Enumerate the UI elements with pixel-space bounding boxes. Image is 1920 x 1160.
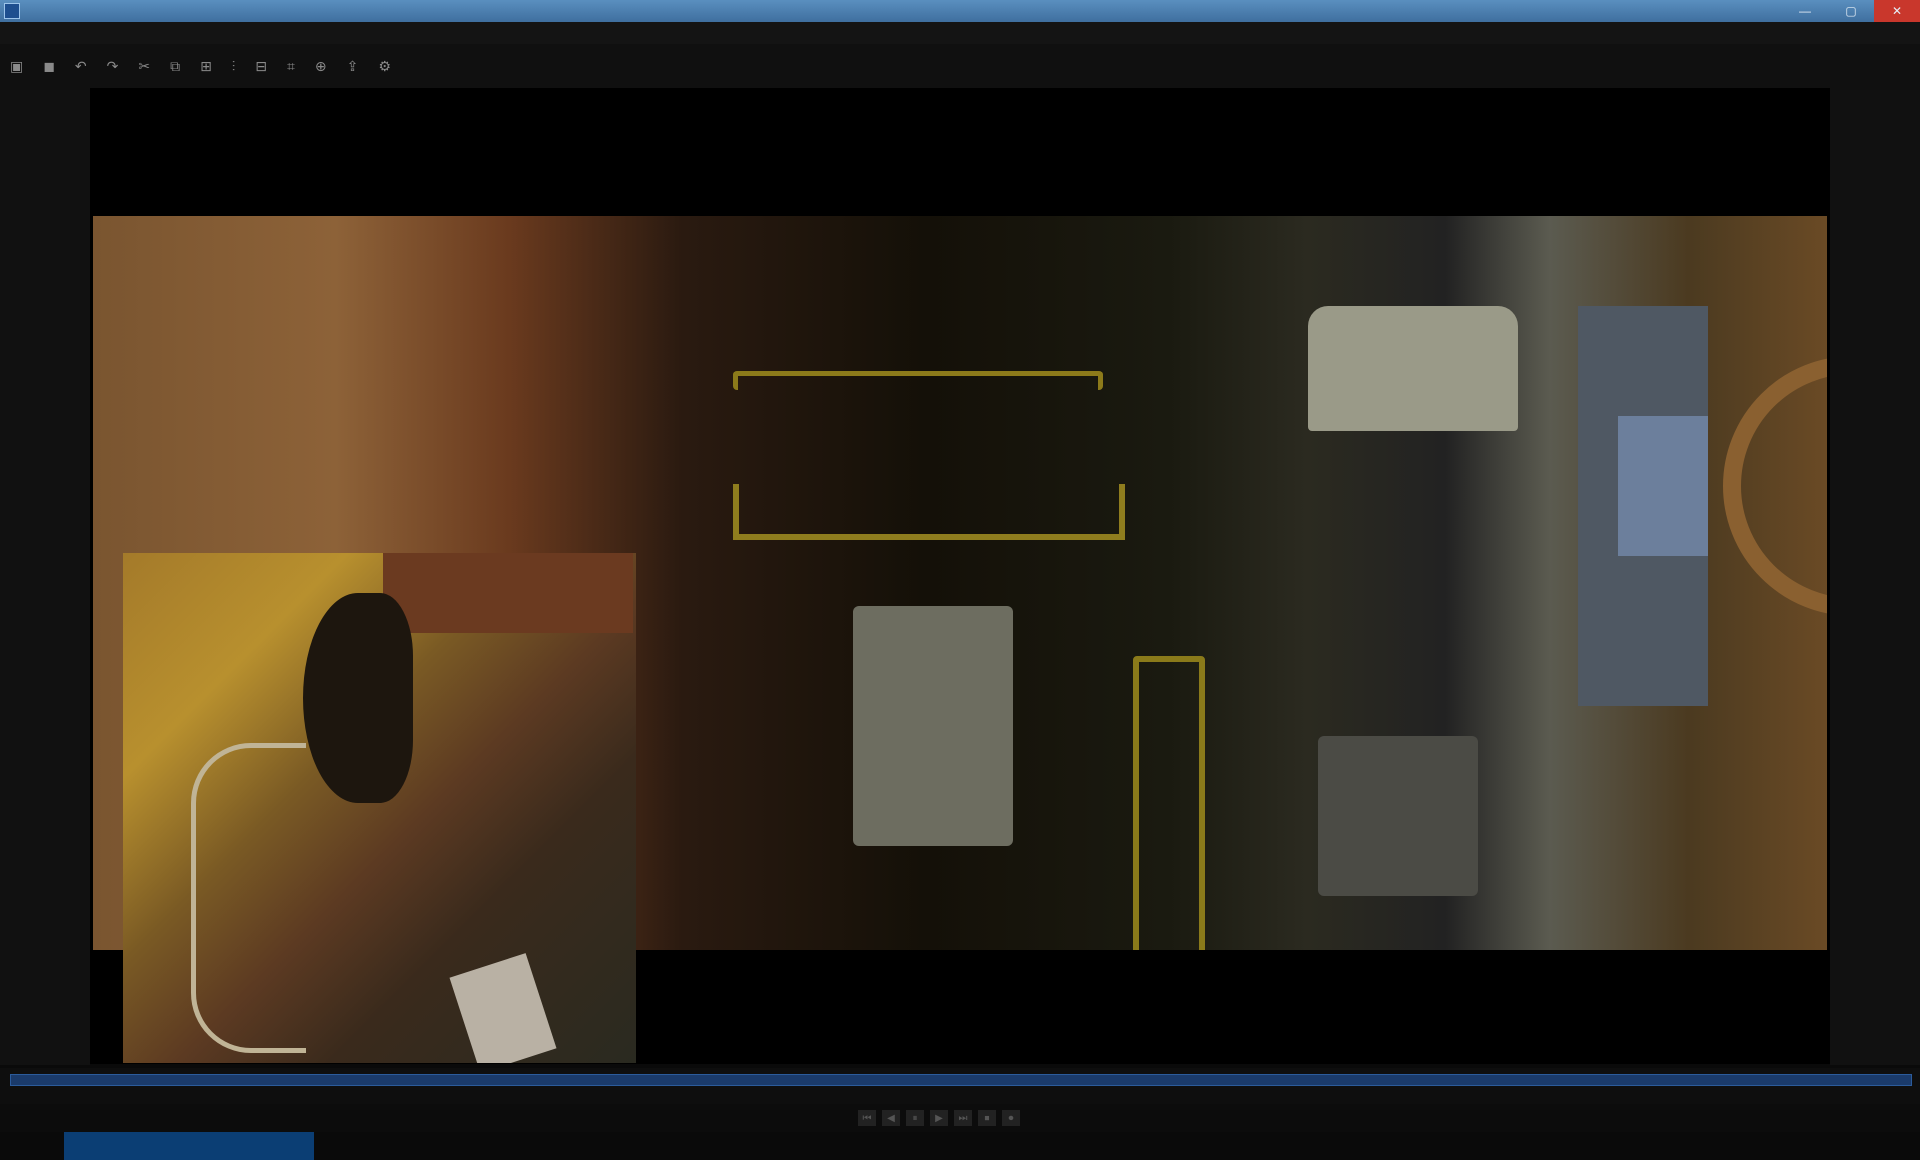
minimize-button[interactable]: — [1782,0,1828,22]
frame-detail [383,553,633,633]
skip-end-button[interactable]: ⏭ [954,1110,972,1126]
folder-icon: ▣ [10,58,24,74]
timeline-track[interactable] [10,1074,1912,1086]
timeline-ruler [10,1086,1910,1100]
frame-detail [1318,736,1478,896]
tool-trim-button[interactable]: ⊟ [245,44,277,88]
maximize-button[interactable]: ▢ [1828,0,1874,22]
tool-undo-button[interactable]: ↶ [65,44,97,88]
frame-detail [303,593,413,803]
redo-icon: ↷ [106,58,119,74]
tool-zoom-button[interactable]: ⊕ [305,44,337,88]
tool-cut-button[interactable]: ✂ [128,44,160,88]
frame-detail [1723,356,1827,616]
status-tab-1[interactable] [0,1142,20,1150]
record-button[interactable]: ⏺ [1002,1110,1020,1126]
undo-icon: ↶ [74,58,87,74]
crop-icon: ⌗ [287,58,295,74]
status-bar [0,1132,1920,1160]
frame-detail [449,953,557,1063]
transport-bar: ⏮ ◀ ⏸ ▶ ⏭ ⏹ ⏺ [0,1104,1920,1132]
save-icon: ◼ [43,58,55,74]
settings-icon: ⚙ [378,58,391,74]
status-tab-2[interactable] [20,1142,40,1150]
timeline[interactable] [0,1068,1920,1104]
frame-detail [1133,656,1205,950]
tool-open-button[interactable]: ▣ [0,44,33,88]
pause-button[interactable]: ⏸ [906,1110,924,1126]
frame-detail [1308,306,1518,431]
tool-paste-button[interactable]: ⊞ [190,44,222,88]
tool-crop-button[interactable]: ⌗ [277,44,305,88]
tool-redo-button[interactable]: ↷ [97,44,129,88]
paste-icon: ⊞ [200,58,212,74]
copy-icon: ⧉ [170,58,181,74]
tool-split-button[interactable]: ⫶ [222,44,246,88]
tool-settings-button[interactable]: ⚙ [368,44,401,88]
stop-button[interactable]: ⏹ [978,1110,996,1126]
frame-detail [733,371,1103,390]
menu-bar [0,22,1920,44]
left-panel [0,90,90,1065]
right-panel [1830,90,1920,1065]
close-button[interactable]: ✕ [1874,0,1920,22]
frame-detail [733,484,1125,540]
trim-icon: ⊟ [255,58,268,74]
frame-detail [853,606,1013,846]
export-icon: ⇪ [346,58,359,74]
app-icon [4,3,20,19]
play-button[interactable]: ▶ [930,1110,948,1126]
tool-export-button[interactable]: ⇪ [337,44,369,88]
window-controls: — ▢ ✕ [1782,0,1920,22]
tool-save-button[interactable]: ◼ [33,44,65,88]
tool-copy-button[interactable]: ⧉ [160,44,190,88]
cut-icon: ✂ [138,58,151,74]
toolbar: ▣ ◼ ↶ ↷ ✂ ⧉ ⊞ ⫶ ⊟ ⌗ ⊕ ⇪ ⚙ [0,44,1920,90]
frame-detail [191,743,306,1053]
step-back-button[interactable]: ◀ [882,1110,900,1126]
zoom-icon: ⊕ [314,58,327,74]
split-icon: ⫶ [231,58,236,74]
frame-detail [1618,416,1708,556]
video-preview[interactable] [90,88,1830,1064]
skip-start-button[interactable]: ⏮ [858,1110,876,1126]
playback-controls: ⏮ ◀ ⏸ ▶ ⏭ ⏹ ⏺ [858,1110,1020,1126]
picture-in-picture-overlay[interactable] [123,553,636,1063]
status-tab-active[interactable] [64,1132,314,1160]
title-bar: — ▢ ✕ [0,0,1920,22]
